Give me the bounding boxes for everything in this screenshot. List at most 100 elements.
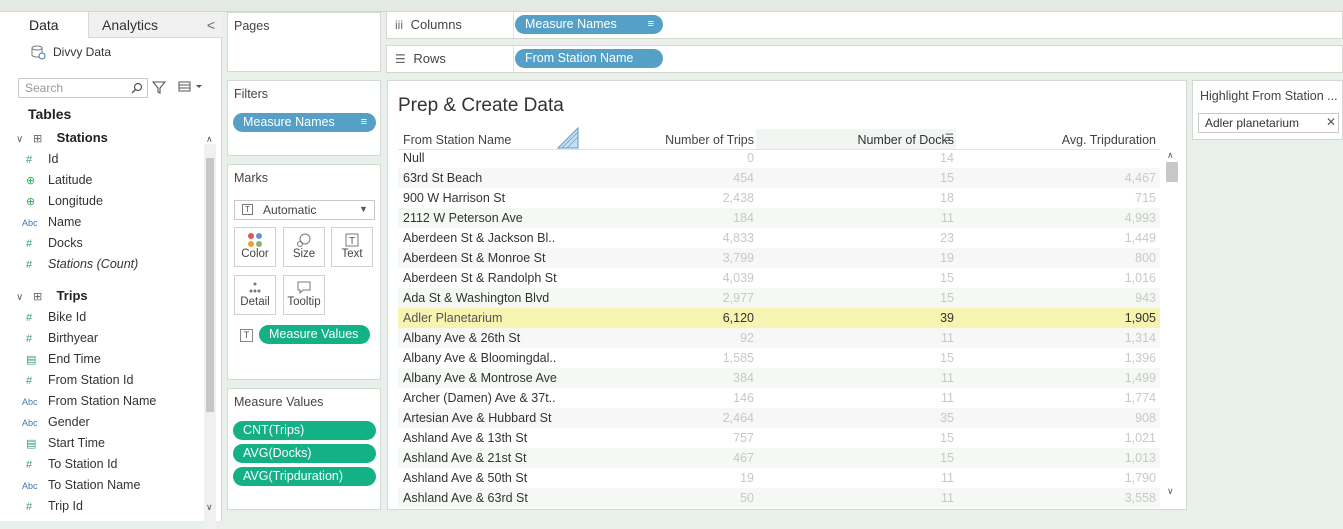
viz-scroll-thumb[interactable]	[1166, 162, 1178, 182]
view-options-icon[interactable]	[178, 81, 204, 93]
table-row[interactable]: Albany Ave & 26th St 92 11 1,314	[398, 328, 1160, 348]
date-field-icon: ▤	[26, 438, 37, 450]
close-icon[interactable]: ✕	[1326, 115, 1336, 129]
table-row[interactable]: Archer (Damen) Ave & 37t.. 146 11 1,774	[398, 388, 1160, 408]
table-row[interactable]: 900 W Harrison St 2,438 18 715	[398, 188, 1160, 208]
field-label: Docks	[48, 236, 83, 250]
field-label: To Station Name	[48, 478, 141, 492]
filter-pill-label: Measure Names	[243, 115, 335, 129]
pages-card[interactable]: Pages	[227, 12, 381, 72]
field-item[interactable]: Abc To Station Name	[22, 475, 140, 495]
text-button[interactable]: T Text	[331, 227, 373, 267]
color-button[interactable]: Color	[234, 227, 276, 267]
table-row[interactable]: Artesian Ave & Hubbard St 2,464 35 908	[398, 408, 1160, 428]
filter-icon[interactable]	[152, 80, 166, 94]
rows-shelf[interactable]: ☰ Rows From Station Name	[386, 45, 1343, 73]
table-stations[interactable]: ∨ ⊞ Stations	[16, 128, 108, 148]
table-row[interactable]: Null 0 14	[398, 148, 1160, 168]
measure-pill-avg-docks[interactable]: AVG(Docks)	[233, 444, 376, 463]
field-item[interactable]: # Birthyear	[22, 328, 98, 348]
field-item[interactable]: ▤ End Time	[22, 349, 101, 369]
table-row[interactable]: 63rd St Beach 454 15 4,467	[398, 168, 1160, 188]
row-value: 1,499	[1124, 371, 1156, 385]
columns-shelf-label: iii Columns	[395, 12, 515, 38]
marks-pill-measure-values[interactable]: Measure Values	[259, 325, 370, 344]
column-header-number-of-trips[interactable]: Number of Trips	[568, 131, 754, 149]
chevron-down-icon[interactable]: ∨	[16, 134, 23, 145]
columns-pill-measure-names[interactable]: Measure Names ≡	[515, 15, 663, 34]
field-item[interactable]: # From Station Id	[22, 370, 133, 390]
field-item[interactable]: # To Station Id	[22, 454, 118, 474]
table-row[interactable]: Aberdeen St & Monroe St 3,799 19 800	[398, 248, 1160, 268]
table-row[interactable]: Albany Ave & Montrose Ave 384 11 1,499	[398, 368, 1160, 388]
column-header-from-station[interactable]: From Station Name	[403, 131, 511, 149]
table-row[interactable]: Ashland Ave & 50th St 19 11 1,790	[398, 468, 1160, 488]
rows-pill-from-station-name[interactable]: From Station Name	[515, 49, 663, 68]
table-row[interactable]: Albany Ave & Bloomingdal.. 1,585 15 1,396	[398, 348, 1160, 368]
chevron-down-icon[interactable]: ∨	[16, 292, 23, 303]
row-value: 146	[733, 391, 754, 405]
filters-card[interactable]: Filters Measure Names ≡	[227, 80, 381, 156]
field-item[interactable]: Abc Name	[22, 212, 81, 232]
number-field-icon: #	[26, 312, 33, 324]
table-row[interactable]: Aberdeen St & Jackson Bl.. 4,833 23 1,449	[398, 228, 1160, 248]
row-value: 3,799	[722, 251, 754, 265]
search-input[interactable]: Search	[18, 78, 148, 98]
table-row[interactable]: Ada St & Washington Blvd 2,977 15 943	[398, 288, 1160, 308]
tooltip-button[interactable]: Tooltip	[283, 275, 325, 315]
row-value: 184	[733, 211, 754, 225]
field-item[interactable]: ⊕ Latitude	[22, 170, 92, 190]
field-label: Id	[48, 152, 59, 166]
row-station-name: Ashland Ave & 13th St	[403, 431, 528, 445]
size-icon	[284, 228, 324, 248]
search-icon[interactable]	[131, 82, 143, 94]
detail-button[interactable]: Detail	[234, 275, 276, 315]
scroll-up-icon[interactable]: ∧	[1167, 150, 1174, 161]
field-item[interactable]: # Bike Id	[22, 307, 86, 327]
collapse-pane-icon[interactable]: <	[207, 12, 215, 38]
viz-scrollbar[interactable]	[1165, 148, 1179, 504]
table-row[interactable]: Ashland Ave & 21st St 467 15 1,013	[398, 448, 1160, 468]
table-row[interactable]: Ashland Ave & 63rd St 50 11 3,558	[398, 488, 1160, 508]
filter-pill-measure-names[interactable]: Measure Names ≡	[233, 113, 376, 132]
field-item[interactable]: # Stations (Count)	[22, 254, 138, 274]
highlighter-input[interactable]: Adler planetarium	[1198, 113, 1339, 133]
table-row[interactable]: 2112 W Peterson Ave 184 11 4,993	[398, 208, 1160, 228]
data-pane-scroll-thumb[interactable]	[206, 158, 214, 412]
color-label: Color	[241, 248, 269, 260]
table-stations-label: Stations	[56, 130, 108, 145]
table-row[interactable]: Ashland Ave & 13th St 757 15 1,021	[398, 428, 1160, 448]
size-button[interactable]: Size	[283, 227, 325, 267]
column-header-number-of-docks[interactable]: Number of Docks	[764, 131, 954, 149]
measure-pill-avg-tripduration[interactable]: AVG(Tripduration)	[233, 467, 376, 486]
field-item[interactable]: ⊕ Longitude	[22, 191, 103, 211]
chevron-down-icon[interactable]: ▼	[359, 204, 368, 214]
field-item[interactable]: Abc Gender	[22, 412, 90, 432]
mark-type-dropdown[interactable]: Automatic	[234, 200, 375, 220]
scroll-down-icon[interactable]: ∨	[206, 502, 213, 513]
table-row[interactable]: Adler Planetarium 6,120 39 1,905	[398, 308, 1160, 328]
scroll-down-icon[interactable]: ∨	[1167, 486, 1174, 497]
measure-pill-cnt-trips[interactable]: CNT(Trips)	[233, 421, 376, 440]
table-icon: ⊞	[32, 291, 43, 303]
row-station-name: Ashland Ave & 63rd St	[403, 491, 528, 505]
field-item[interactable]: # Id	[22, 149, 58, 169]
datasource-name[interactable]: Divvy Data	[53, 45, 111, 59]
table-icon: ⊞	[32, 133, 43, 145]
row-value: 1,774	[1124, 391, 1156, 405]
field-item[interactable]: ▤ Start Time	[22, 433, 105, 453]
sort-icon[interactable]: ☰	[945, 133, 954, 144]
scroll-up-icon[interactable]: ∧	[206, 134, 213, 145]
column-header-avg-tripduration[interactable]: Avg. Tripduration	[964, 131, 1156, 149]
columns-shelf[interactable]: iii Columns Measure Names ≡	[386, 11, 1343, 39]
tab-analytics[interactable]: Analytics <	[88, 12, 222, 38]
field-item[interactable]: Abc From Station Name	[22, 391, 156, 411]
number-field-icon: #	[26, 375, 33, 387]
table-row[interactable]: Aberdeen St & Randolph St 4,039 15 1,016	[398, 268, 1160, 288]
field-item[interactable]: # Trip Id	[22, 496, 83, 516]
table-trips[interactable]: ∨ ⊞ Trips	[16, 286, 88, 306]
tab-data[interactable]: Data	[0, 12, 88, 38]
row-station-name: Archer (Damen) Ave & 37t..	[403, 391, 556, 405]
field-item[interactable]: # Docks	[22, 233, 83, 253]
row-value: 6,120	[722, 311, 754, 325]
